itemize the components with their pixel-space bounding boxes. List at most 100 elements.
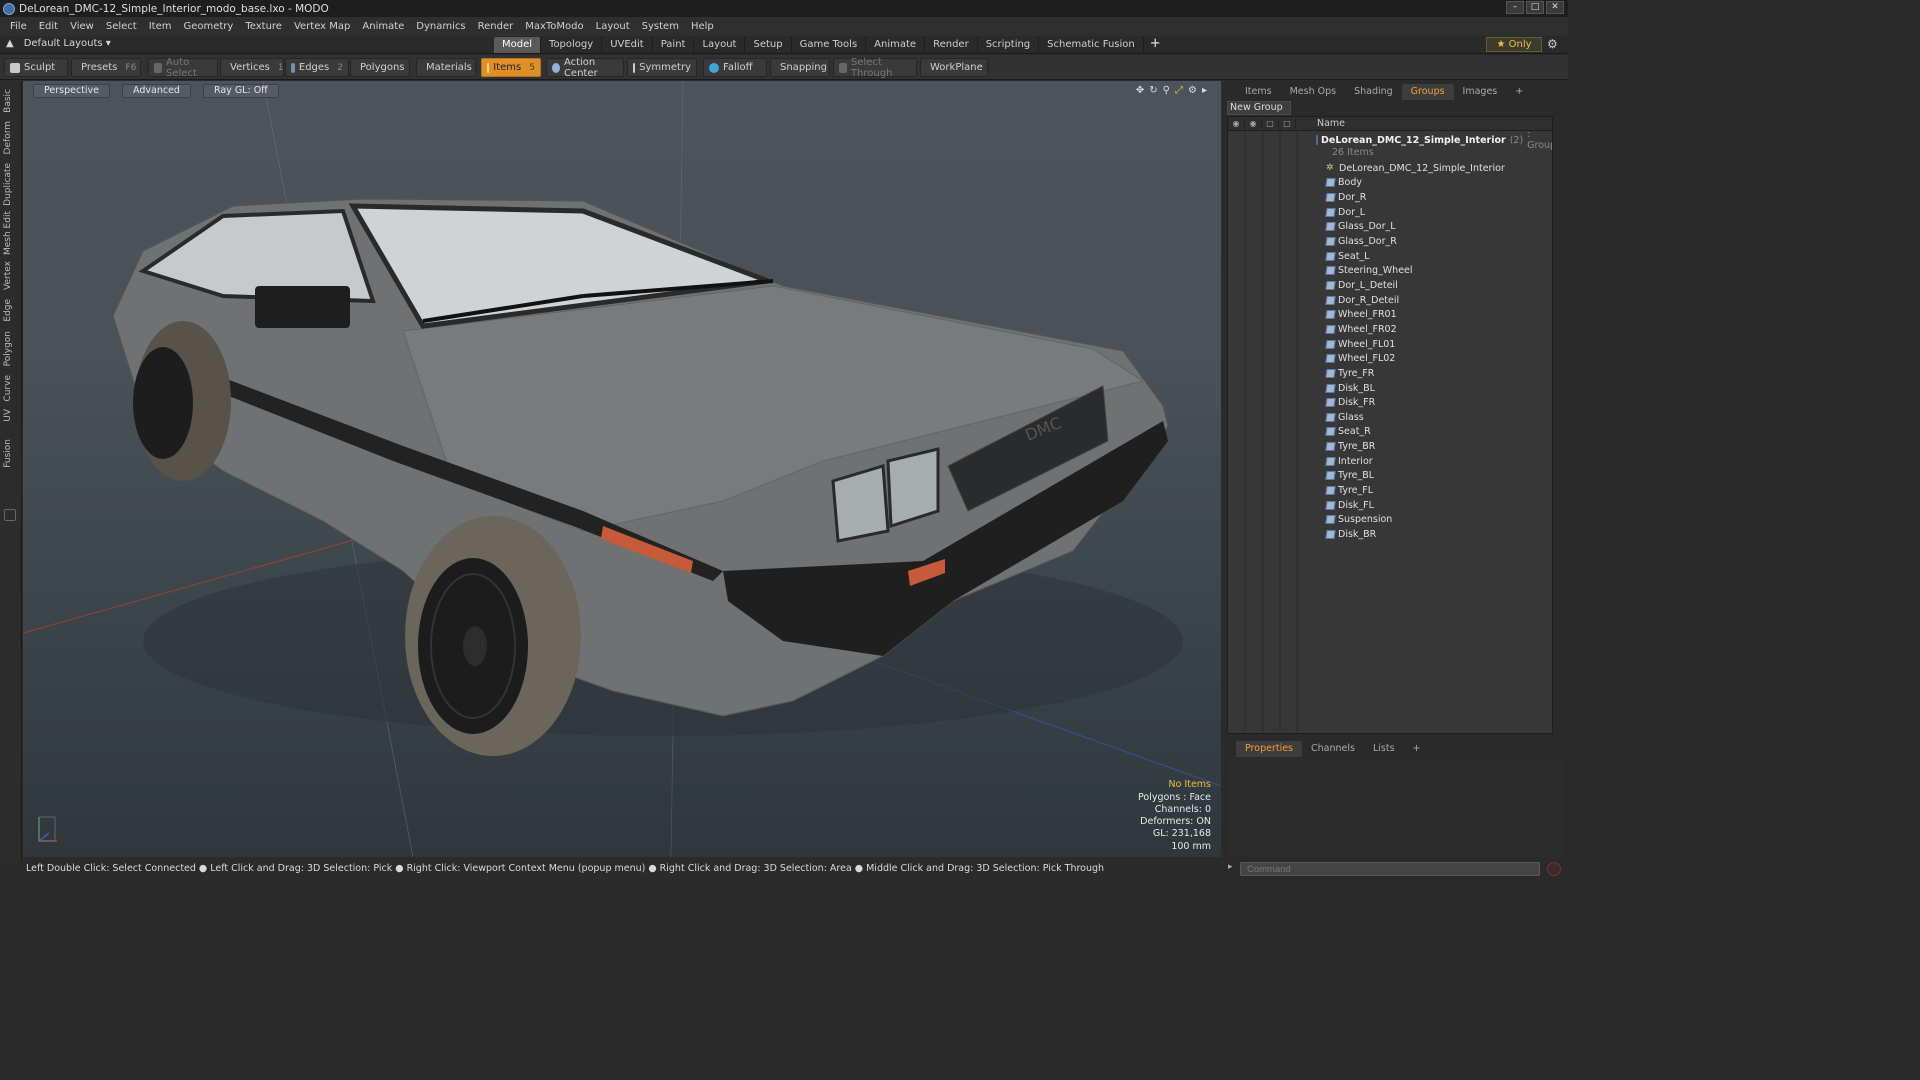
vertices-button[interactable]: Vertices 1: [220, 58, 284, 77]
tree-item-row[interactable]: Disk_FL: [1228, 498, 1552, 513]
viewport-settings-icon[interactable]: ⚙: [1188, 85, 1197, 96]
panel-toggle-icon[interactable]: [4, 509, 16, 521]
tree-item-row[interactable]: Disk_BL: [1228, 381, 1552, 396]
snapping-button[interactable]: Snapping: [770, 58, 830, 77]
fit-icon[interactable]: ⤢: [1175, 85, 1183, 96]
menu-select[interactable]: Select: [100, 21, 143, 32]
workplane-button[interactable]: WorkPlane: [920, 58, 988, 77]
tree-item-row[interactable]: Seat_R: [1228, 425, 1552, 440]
gear-icon[interactable]: ⚙: [1547, 37, 1561, 51]
tree-item-row[interactable]: Wheel_FR02: [1228, 322, 1552, 337]
menu-texture[interactable]: Texture: [239, 21, 288, 32]
tab-lists[interactable]: Lists: [1364, 741, 1404, 757]
tab-topology[interactable]: Topology: [541, 37, 603, 53]
tree-item-row[interactable]: Tyre_FL: [1228, 483, 1552, 498]
add-tab-button[interactable]: +: [1506, 84, 1532, 100]
tree-item-row[interactable]: Suspension: [1228, 513, 1552, 528]
lock-column-icon[interactable]: □: [1262, 119, 1279, 128]
tab-groups[interactable]: Groups: [1401, 84, 1454, 100]
tree-item-row[interactable]: ✲ DeLorean_DMC_12_Simple_Interior: [1228, 161, 1552, 176]
tree-item-row[interactable]: Glass_Dor_L: [1228, 220, 1552, 235]
vtab-uv[interactable]: UV: [3, 409, 17, 422]
raygl-toggle-button[interactable]: Ray GL: Off: [202, 84, 279, 98]
select-through-button[interactable]: Select Through: [833, 57, 917, 79]
auto-select-button[interactable]: Auto Select: [148, 57, 218, 79]
vtab-curve[interactable]: Curve: [3, 375, 17, 402]
menu-help[interactable]: Help: [685, 21, 720, 32]
name-column-header[interactable]: Name: [1296, 118, 1345, 129]
minimize-button[interactable]: –: [1506, 1, 1524, 14]
polygons-button[interactable]: Polygons: [350, 58, 410, 77]
tab-shading[interactable]: Shading: [1345, 84, 1402, 100]
shading-mode-button[interactable]: Advanced: [122, 84, 191, 98]
tree-item-row[interactable]: Wheel_FR01: [1228, 308, 1552, 323]
vtab-vertex[interactable]: Vertex: [3, 261, 17, 290]
edges-button[interactable]: Edges 2: [285, 58, 349, 77]
menu-edit[interactable]: Edit: [33, 21, 64, 32]
add-bottom-tab-button[interactable]: +: [1404, 741, 1430, 757]
layouts-dropdown[interactable]: ▲ Default Layouts ▾: [6, 38, 111, 49]
tab-paint[interactable]: Paint: [653, 37, 695, 53]
materials-button[interactable]: Materials: [416, 58, 476, 77]
tree-item-row[interactable]: Body: [1228, 176, 1552, 191]
render-column-icon[interactable]: ◉: [1245, 119, 1262, 128]
presets-button[interactable]: Presets F6: [71, 58, 141, 77]
menu-file[interactable]: File: [4, 21, 33, 32]
select-column-icon[interactable]: □: [1279, 119, 1296, 128]
tree-item-row[interactable]: Disk_FR: [1228, 395, 1552, 410]
tree-item-row[interactable]: Interior: [1228, 454, 1552, 469]
tree-item-row[interactable]: Glass_Dor_R: [1228, 234, 1552, 249]
tree-item-row[interactable]: Wheel_FL02: [1228, 351, 1552, 366]
menu-view[interactable]: View: [64, 21, 100, 32]
tree-item-row[interactable]: Seat_L: [1228, 249, 1552, 264]
maximize-button[interactable]: □: [1526, 1, 1544, 14]
add-layout-tab-button[interactable]: +: [1144, 37, 1167, 53]
tree-item-row[interactable]: Glass: [1228, 410, 1552, 425]
tree-item-row[interactable]: Dor_L: [1228, 205, 1552, 220]
tree-item-row[interactable]: Tyre_BR: [1228, 439, 1552, 454]
pan-icon[interactable]: ✥: [1136, 85, 1144, 96]
vtab-duplicate[interactable]: Duplicate: [3, 163, 17, 206]
viewport-menu-arrow-icon[interactable]: ▸: [1202, 85, 1207, 96]
visibility-column-icon[interactable]: ◉: [1228, 119, 1245, 128]
3d-viewport[interactable]: DMC Perspective Advanced Ray GL: Off ✥ ↻…: [23, 81, 1221, 857]
tree-item-row[interactable]: Dor_R_Deteil: [1228, 293, 1552, 308]
command-run-icon[interactable]: [1547, 862, 1561, 876]
close-button[interactable]: ✕: [1546, 1, 1564, 14]
menu-render[interactable]: Render: [472, 21, 520, 32]
vtab-polygon[interactable]: Polygon: [3, 331, 17, 366]
tab-layout[interactable]: Layout: [694, 37, 746, 53]
rotate-icon[interactable]: ↻: [1149, 85, 1157, 96]
tree-scrollbar[interactable]: [1554, 116, 1564, 734]
items-button[interactable]: Items 5: [481, 58, 541, 77]
tab-animate[interactable]: Animate: [866, 37, 926, 53]
vtab-deform[interactable]: Deform: [3, 121, 17, 154]
menu-system[interactable]: System: [636, 21, 685, 32]
tab-images[interactable]: Images: [1454, 84, 1507, 100]
vtab-basic[interactable]: Basic: [3, 89, 17, 113]
menu-geometry[interactable]: Geometry: [177, 21, 239, 32]
tree-item-row[interactable]: Wheel_FL01: [1228, 337, 1552, 352]
zoom-icon[interactable]: ⚲: [1163, 85, 1170, 96]
tab-schematic-fusion[interactable]: Schematic Fusion: [1039, 37, 1144, 53]
falloff-button[interactable]: Falloff: [703, 58, 767, 77]
menu-dynamics[interactable]: Dynamics: [410, 21, 471, 32]
menu-vertex-map[interactable]: Vertex Map: [288, 21, 356, 32]
tree-item-row[interactable]: Tyre_BL: [1228, 469, 1552, 484]
new-group-button[interactable]: New Group: [1227, 101, 1291, 115]
tab-mesh-ops[interactable]: Mesh Ops: [1281, 84, 1346, 100]
menu-maxtomodo[interactable]: MaxToModo: [519, 21, 589, 32]
command-history-arrow-icon[interactable]: ▸: [1228, 862, 1233, 872]
tree-item-row[interactable]: Disk_BR: [1228, 527, 1552, 542]
vtab-edge[interactable]: Edge: [3, 299, 17, 322]
tab-game-tools[interactable]: Game Tools: [792, 37, 867, 53]
action-center-button[interactable]: Action Center: [546, 57, 624, 79]
only-toggle-button[interactable]: ★ Only: [1486, 37, 1542, 52]
symmetry-button[interactable]: Symmetry: [627, 58, 697, 77]
tab-scripting[interactable]: Scripting: [978, 37, 1040, 53]
sculpt-button[interactable]: Sculpt: [4, 58, 68, 77]
menu-item[interactable]: Item: [143, 21, 178, 32]
tree-item-row[interactable]: Steering_Wheel: [1228, 264, 1552, 279]
vtab-fusion[interactable]: Fusion: [3, 439, 17, 468]
menu-layout[interactable]: Layout: [590, 21, 636, 32]
